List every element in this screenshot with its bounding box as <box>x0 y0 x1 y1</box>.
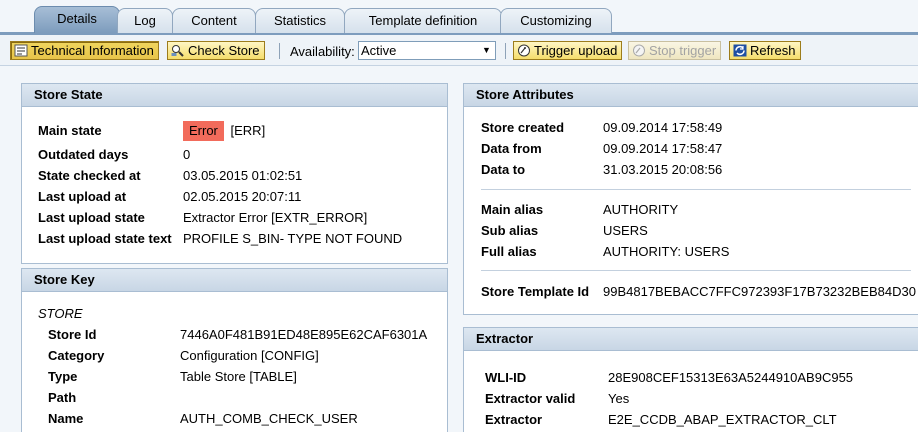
type-value: Table Store [TABLE] <box>180 369 297 384</box>
stop-trigger-icon <box>632 44 646 57</box>
availability-select[interactable]: Active ▼ <box>358 41 496 60</box>
last-upload-state-key: Last upload state <box>38 210 145 225</box>
trigger-upload-icon <box>517 44 531 57</box>
store-created-key: Store created <box>481 120 565 135</box>
state-checked-value: 03.05.2015 01:02:51 <box>183 168 303 183</box>
data-to-key: Data to <box>481 162 526 177</box>
main-state-value: Error [ERR] <box>183 121 265 141</box>
store-key-panel: Store Key STORE Store Id 7446A0F481B91ED… <box>21 268 448 432</box>
stop-trigger-button[interactable]: Stop trigger <box>628 41 722 60</box>
trigger-upload-button[interactable]: Trigger upload <box>513 41 623 60</box>
store-state-title: Store State <box>22 84 447 107</box>
availability-label: Availability: <box>290 44 355 59</box>
status-badge: Error <box>183 121 224 141</box>
main-alias-key: Main alias <box>481 202 544 217</box>
toolbar-separator <box>505 43 506 59</box>
store-template-id-key: Store Template Id <box>481 284 590 299</box>
tab-content[interactable]: Content <box>172 8 256 33</box>
name-value: AUTH_COMB_CHECK_USER <box>180 411 358 426</box>
divider <box>481 189 911 190</box>
wli-id-value: 28E908CEF15313E63A5244910AB9C955 <box>608 370 854 385</box>
refresh-label: Refresh <box>750 43 796 58</box>
tab-log[interactable]: Log <box>117 8 173 33</box>
store-section-label: STORE <box>38 306 83 321</box>
data-from-key: Data from <box>481 141 542 156</box>
trigger-upload-label: Trigger upload <box>534 43 618 58</box>
last-upload-state-text-value: PROFILE S_BIN- TYPE NOT FOUND <box>183 231 403 246</box>
toolbar: Technical Information Check Store Availa… <box>0 35 918 66</box>
wli-id-key: WLI-ID <box>485 370 527 385</box>
last-upload-state-text-key: Last upload state text <box>38 231 172 246</box>
sub-alias-value: USERS <box>603 223 648 238</box>
data-to-value: 31.03.2015 20:08:56 <box>603 162 723 177</box>
chevron-down-icon[interactable]: ▼ <box>479 43 494 58</box>
main-state-code: [ERR] <box>230 123 266 138</box>
tab-statistics[interactable]: Statistics <box>255 8 345 33</box>
full-alias-key: Full alias <box>481 244 537 259</box>
tab-details[interactable]: Details <box>34 6 120 33</box>
divider <box>481 270 911 271</box>
full-alias-value: AUTHORITY: USERS <box>603 244 730 259</box>
type-key: Type <box>48 369 78 384</box>
availability-value: Active <box>361 43 397 58</box>
refresh-button[interactable]: Refresh <box>729 41 801 60</box>
main-alias-value: AUTHORITY <box>603 202 679 217</box>
technical-info-icon <box>14 44 28 57</box>
outdated-days-value: 0 <box>183 147 191 162</box>
store-template-id-value: 99B4817BEBACC7FFC972393F17B73232BEB84D30 <box>603 284 916 299</box>
main-state-key: Main state <box>38 123 102 138</box>
extractor-value: E2E_CCDB_ABAP_EXTRACTOR_CLT <box>608 412 837 427</box>
check-store-button[interactable]: Check Store <box>167 41 265 60</box>
store-id-key: Store Id <box>48 327 97 342</box>
technical-information-label: Technical Information <box>31 43 154 58</box>
extractor-key: Extractor <box>485 412 543 427</box>
extractor-valid-value: Yes <box>608 391 630 406</box>
sub-alias-key: Sub alias <box>481 223 539 238</box>
check-store-icon <box>171 44 185 57</box>
extractor-valid-key: Extractor valid <box>485 391 576 406</box>
check-store-label: Check Store <box>188 43 260 58</box>
store-attributes-title: Store Attributes <box>464 84 918 107</box>
last-upload-state-value: Extractor Error [EXTR_ERROR] <box>183 210 368 225</box>
tab-bar: Details Log Content Statistics Template … <box>0 0 918 35</box>
store-id-value: 7446A0F481B91ED48E895E62CAF6301A <box>180 327 428 342</box>
last-upload-value: 02.05.2015 20:07:11 <box>183 189 302 204</box>
path-key: Path <box>48 390 77 405</box>
technical-information-button[interactable]: Technical Information <box>10 41 159 60</box>
store-state-panel: Store State Main state Error [ERR] Outda… <box>21 83 448 264</box>
tab-customizing[interactable]: Customizing <box>500 8 612 33</box>
outdated-days-key: Outdated days <box>38 147 129 162</box>
category-key: Category <box>48 348 105 363</box>
data-from-value: 09.09.2014 17:58:47 <box>603 141 723 156</box>
store-created-value: 09.09.2014 17:58:49 <box>603 120 723 135</box>
name-key: Name <box>48 411 84 426</box>
last-upload-key: Last upload at <box>38 189 127 204</box>
state-checked-key: State checked at <box>38 168 141 183</box>
refresh-icon <box>733 44 747 57</box>
category-value: Configuration [CONFIG] <box>180 348 319 363</box>
extractor-title: Extractor <box>464 328 918 351</box>
store-key-title: Store Key <box>22 269 447 292</box>
extractor-panel: Extractor WLI-ID 28E908CEF15313E63A52449… <box>463 327 918 432</box>
stop-trigger-label: Stop trigger <box>649 43 717 58</box>
store-attributes-panel: Store Attributes Store created 09.09.201… <box>463 83 918 315</box>
tab-template-definition[interactable]: Template definition <box>344 8 502 33</box>
toolbar-separator <box>279 43 280 59</box>
